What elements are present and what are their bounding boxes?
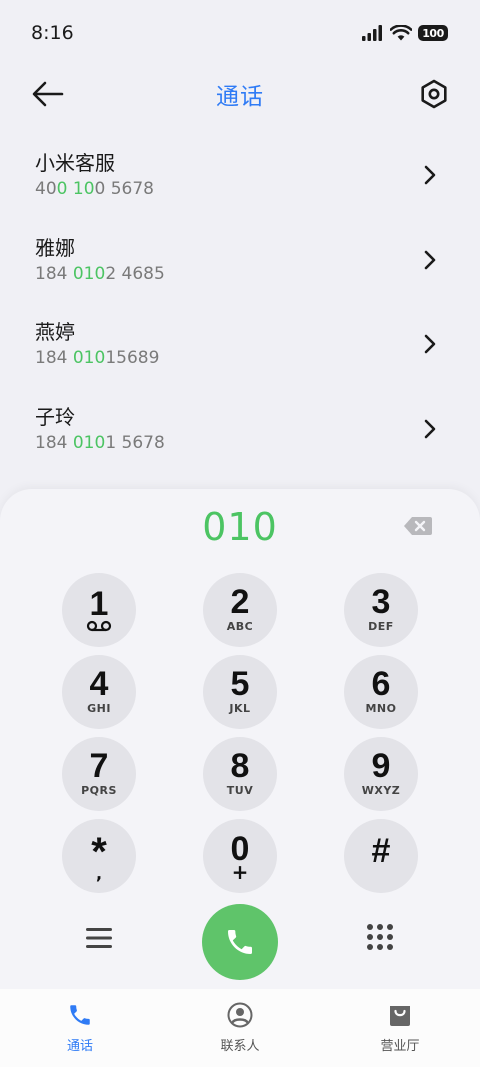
key-digit: 6 bbox=[371, 665, 391, 703]
contact-name: 子玲 bbox=[35, 404, 75, 429]
key-5[interactable]: 5 JKL bbox=[203, 655, 277, 729]
tab-label: 联系人 bbox=[220, 1039, 260, 1054]
number-match: 010 bbox=[72, 263, 106, 284]
hexagon-settings-icon[interactable] bbox=[418, 78, 450, 110]
key-digit: 9 bbox=[371, 747, 391, 785]
key-digit: 5 bbox=[230, 665, 250, 703]
key-digit: 2 bbox=[230, 583, 250, 621]
key-digit: # bbox=[371, 832, 391, 870]
key-letters: JKL bbox=[229, 702, 251, 715]
tab-contacts[interactable]: 联系人 bbox=[160, 989, 320, 1067]
status-icons: 100 bbox=[362, 25, 448, 41]
key-1[interactable]: 1 bbox=[62, 573, 136, 647]
tab-calls[interactable]: 通话 bbox=[0, 989, 160, 1067]
key-digit: * bbox=[91, 830, 107, 874]
key-digit: 8 bbox=[230, 747, 250, 785]
header: 通话 bbox=[0, 66, 480, 122]
contact-number: 184 0102 4685 bbox=[35, 261, 445, 287]
phone-icon bbox=[228, 930, 252, 954]
backspace-icon[interactable] bbox=[403, 515, 433, 537]
number-match: 0 bbox=[56, 179, 68, 199]
number-part: 184 bbox=[35, 263, 73, 284]
contact-item[interactable]: 雅娜 184 0102 4685 bbox=[0, 217, 480, 302]
dialer-actions bbox=[0, 902, 480, 982]
key-letters: WXYZ bbox=[361, 784, 401, 797]
status-time: 8:16 bbox=[31, 22, 74, 44]
tab-label: 通话 bbox=[66, 1039, 93, 1054]
key-letters: DEF bbox=[368, 620, 394, 633]
call-button[interactable] bbox=[202, 904, 278, 980]
key-letters: PQRS bbox=[81, 784, 117, 797]
contact-number: 184 0101 5678 bbox=[35, 430, 445, 456]
bag-icon bbox=[386, 1001, 414, 1029]
key-letters: MNO bbox=[365, 702, 397, 715]
arrow-left-icon[interactable] bbox=[30, 79, 66, 109]
key-letters: ABC bbox=[226, 620, 254, 633]
key-letters: TUV bbox=[226, 784, 254, 797]
key-6[interactable]: 6 MNO bbox=[344, 655, 418, 729]
chevron-right-icon bbox=[424, 165, 436, 185]
status-bar: 8:16 100 bbox=[0, 0, 480, 66]
number-part: 184 bbox=[35, 348, 73, 368]
key-digit: 3 bbox=[371, 583, 391, 621]
contact-name: 燕婷 bbox=[35, 320, 75, 344]
contact-name: 小米客服 bbox=[35, 151, 115, 175]
number-match: 010 bbox=[72, 432, 106, 453]
menu-icon[interactable] bbox=[85, 924, 113, 952]
number-part: 15689 bbox=[105, 348, 160, 368]
chevron-right-icon bbox=[424, 334, 436, 354]
key-8[interactable]: 8 TUV bbox=[203, 737, 277, 811]
key-2[interactable]: 2 ABC bbox=[203, 573, 277, 647]
page-title: 通话 bbox=[216, 84, 264, 110]
dialer-panel: 010 1 2 ABC 3 DEF 4 GHI 5 JKL 6 MNO 7 PQ… bbox=[0, 489, 480, 989]
number-match: 10 bbox=[72, 179, 95, 199]
key-digit: 7 bbox=[89, 747, 109, 785]
tab-bar: 通话 联系人 营业厅 bbox=[0, 989, 480, 1067]
voicemail-icon bbox=[86, 620, 112, 632]
battery-indicator: 100 bbox=[418, 25, 448, 41]
signal-icon bbox=[362, 25, 382, 41]
key-star[interactable]: * , bbox=[62, 819, 136, 893]
number-match: 010 bbox=[72, 348, 106, 368]
key-3[interactable]: 3 DEF bbox=[344, 573, 418, 647]
key-letters: + bbox=[231, 860, 249, 884]
contact-list: 小米客服 400 100 5678 雅娜 184 0102 4685 燕婷 18… bbox=[0, 132, 480, 470]
contact-item[interactable]: 燕婷 184 01015689 bbox=[0, 301, 480, 386]
contact-item[interactable]: 小米客服 400 100 5678 bbox=[0, 132, 480, 217]
number-part: 40 bbox=[35, 179, 57, 199]
chevron-right-icon bbox=[424, 419, 436, 438]
wifi-icon bbox=[390, 25, 412, 41]
phone-icon bbox=[66, 1001, 94, 1029]
contact-number: 184 01015689 bbox=[35, 345, 445, 371]
person-icon bbox=[226, 1001, 254, 1029]
key-letters: , bbox=[95, 864, 103, 883]
number-part: 1 5678 bbox=[105, 432, 165, 453]
key-9[interactable]: 9 WXYZ bbox=[344, 737, 418, 811]
number-part: 0 5678 bbox=[94, 179, 154, 199]
contact-number: 400 100 5678 bbox=[35, 176, 445, 202]
chevron-right-icon bbox=[424, 250, 436, 269]
key-digit: 4 bbox=[89, 665, 109, 703]
key-7[interactable]: 7 PQRS bbox=[62, 737, 136, 811]
key-letters: GHI bbox=[87, 702, 111, 715]
number-part: 2 4685 bbox=[105, 263, 165, 284]
contact-item[interactable]: 子玲 184 0101 5678 bbox=[0, 386, 480, 471]
tab-label: 营业厅 bbox=[380, 1039, 420, 1054]
dialpad-icon[interactable] bbox=[366, 923, 394, 951]
key-4[interactable]: 4 GHI bbox=[62, 655, 136, 729]
key-digit: 1 bbox=[89, 585, 109, 623]
key-hash[interactable]: # bbox=[344, 819, 418, 893]
contact-name: 雅娜 bbox=[35, 235, 75, 260]
number-part: 184 bbox=[35, 432, 73, 453]
tab-store[interactable]: 营业厅 bbox=[320, 989, 480, 1067]
key-0[interactable]: 0 + bbox=[203, 819, 277, 893]
